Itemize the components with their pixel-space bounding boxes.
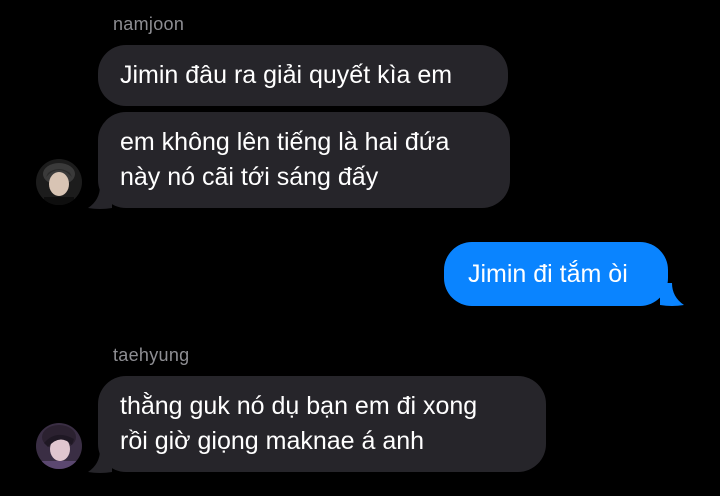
avatar-taehyung[interactable] — [36, 423, 82, 469]
sender-name-namjoon: namjoon — [113, 14, 185, 34]
message-bubble-incoming[interactable]: em không lên tiếng là hai đứa này nó cãi… — [98, 112, 510, 208]
profile-photo-avatar-icon — [36, 159, 82, 205]
message-bubble-outgoing[interactable]: Jimin đi tắm òi — [444, 242, 668, 306]
avatar-namjoon[interactable] — [36, 159, 82, 205]
bubble-tail-outgoing — [660, 283, 684, 306]
message-bubble-incoming[interactable]: thằng guk nó dụ bạn em đi xong rồi giờ g… — [98, 376, 546, 472]
sender-name-taehyung: taehyung — [113, 345, 190, 365]
message-bubble-incoming[interactable]: Jimin đâu ra giải quyết kìa em — [98, 45, 508, 106]
bubble-tail-incoming — [88, 186, 112, 209]
bubble-tail-incoming — [88, 450, 112, 473]
profile-photo-avatar-icon — [36, 423, 82, 469]
